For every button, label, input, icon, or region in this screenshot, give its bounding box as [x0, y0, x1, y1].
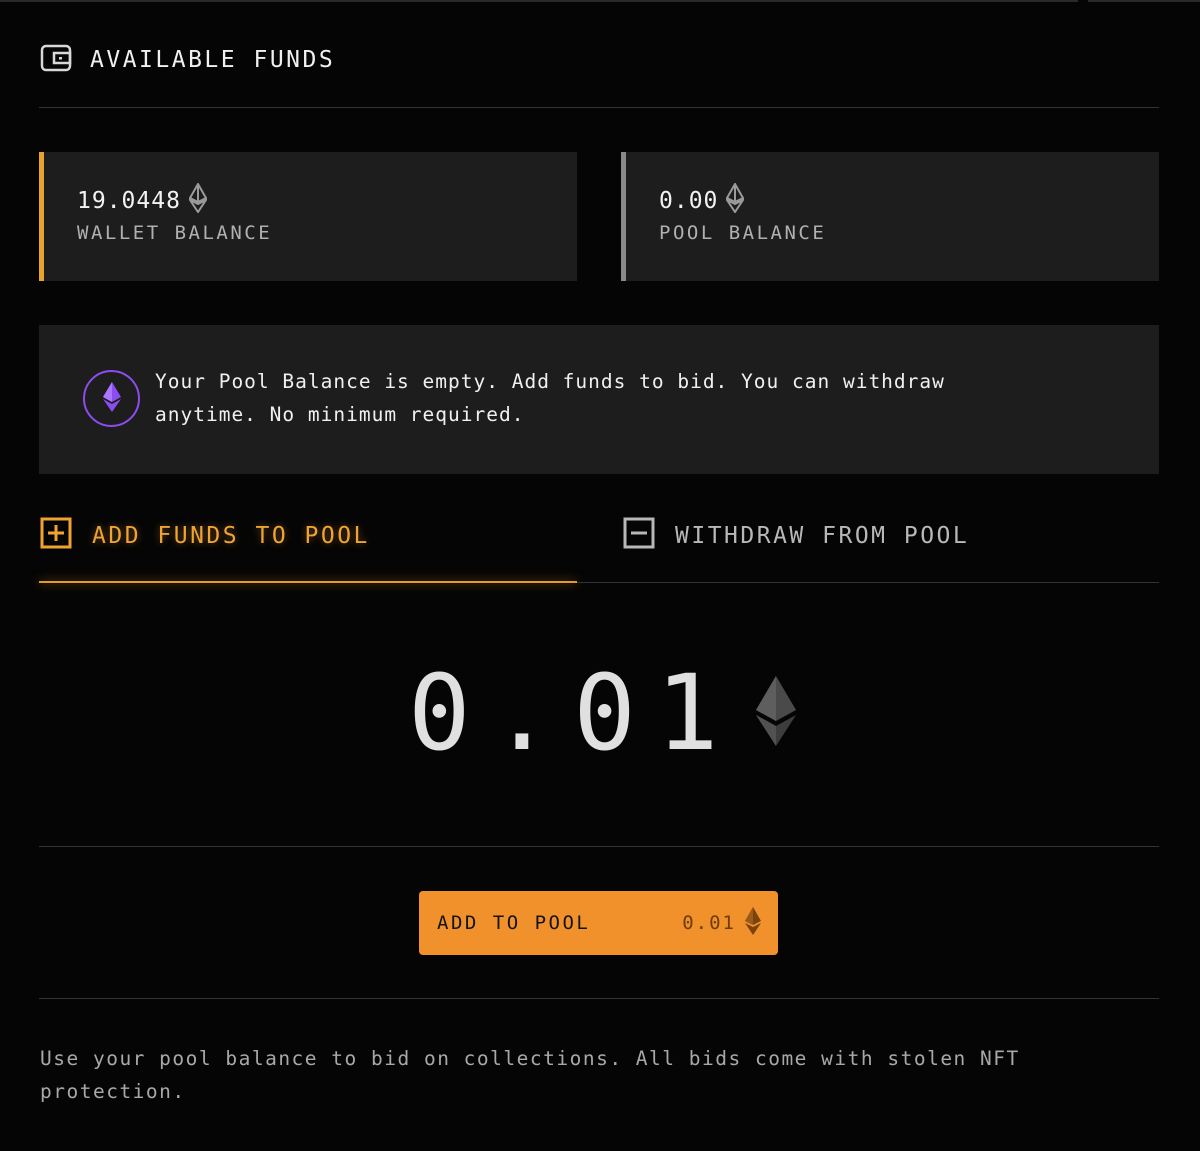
divider: [39, 107, 1159, 108]
plus-square-icon: [40, 517, 72, 555]
tab-divider: [577, 582, 1159, 583]
wallet-balance-value: 19.0448: [77, 188, 181, 214]
tab-withdraw[interactable]: WITHDRAW FROM POOL: [623, 517, 970, 555]
wallet-balance-label: WALLET BALANCE: [77, 222, 273, 244]
add-to-pool-button[interactable]: ADD TO POOL 0.01: [419, 891, 778, 955]
pool-balance-amount: 0.00: [659, 181, 747, 219]
active-tab-indicator: [39, 581, 577, 583]
tab-add-funds-label: ADD FUNDS TO POOL: [92, 523, 370, 549]
wallet-balance-amount: 19.0448: [77, 181, 209, 219]
pool-balance-value: 0.00: [659, 188, 719, 214]
add-to-pool-label: ADD TO POOL: [437, 912, 591, 934]
footer-note: Use your pool balance to bid on collecti…: [40, 1047, 1020, 1103]
tab-add-funds[interactable]: ADD FUNDS TO POOL: [40, 517, 370, 555]
tab-withdraw-label: WITHDRAW FROM POOL: [675, 523, 970, 549]
eth-badge: [83, 370, 140, 427]
add-to-pool-value: 0.01: [682, 912, 736, 934]
divider: [39, 846, 1159, 847]
wallet-icon: [40, 44, 72, 76]
eth-icon: [724, 181, 747, 219]
pool-balance-card: 0.00 POOL BALANCE: [621, 152, 1159, 281]
section-header: AVAILABLE FUNDS: [40, 40, 335, 80]
eth-icon: [187, 181, 209, 219]
pool-balance-label: POOL BALANCE: [659, 222, 827, 244]
add-to-pool-amount: 0.01: [682, 906, 762, 940]
section-title: AVAILABLE FUNDS: [90, 47, 336, 73]
eth-icon: [754, 675, 798, 751]
wallet-balance-card: 19.0448 WALLET BALANCE: [39, 152, 577, 281]
divider: [39, 998, 1159, 999]
notice-text: Your Pool Balance is empty. Add funds to…: [155, 370, 945, 426]
top-border: [0, 0, 1078, 2]
amount-value: 0.01: [408, 651, 739, 774]
eth-icon: [102, 381, 122, 417]
top-border-segment: [1088, 0, 1200, 2]
empty-pool-notice: Your Pool Balance is empty. Add funds to…: [39, 325, 1159, 474]
amount-input[interactable]: 0.01: [408, 655, 798, 770]
minus-square-icon: [623, 517, 655, 555]
eth-icon: [744, 906, 762, 940]
